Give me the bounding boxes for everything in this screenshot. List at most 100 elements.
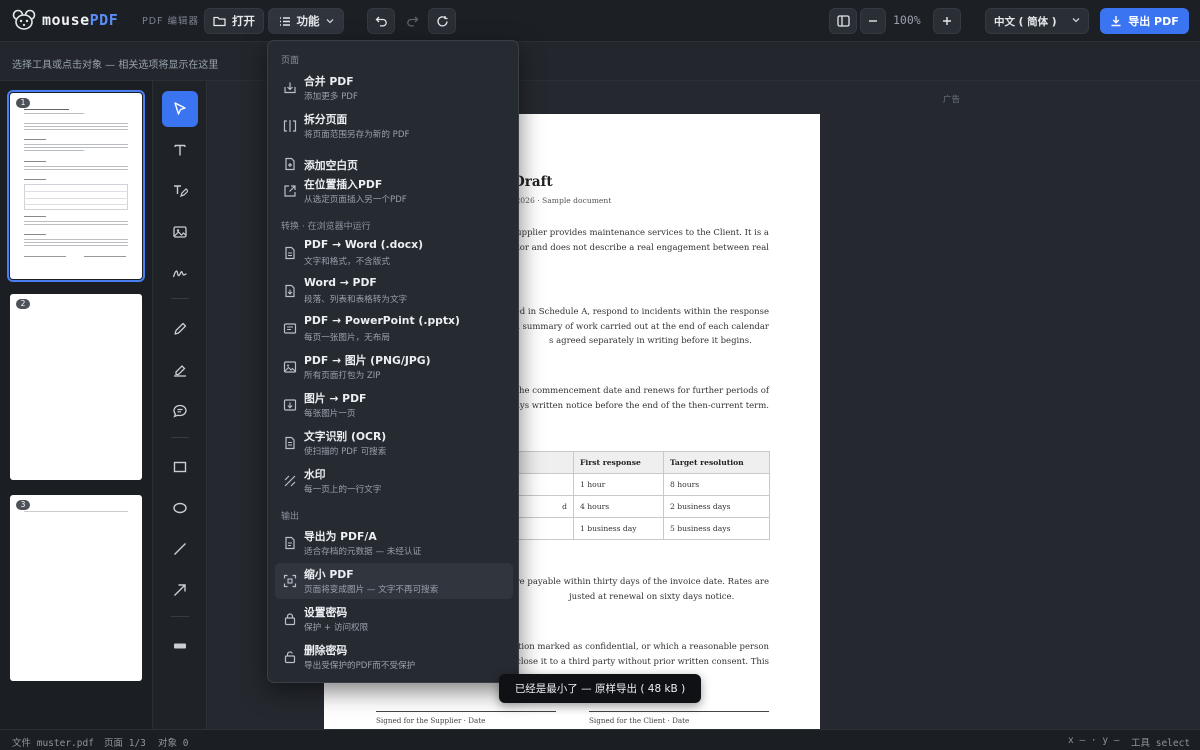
menu-item-remove-password[interactable]: 删除密码 导出受保护的PDF而不受保护 bbox=[275, 639, 513, 675]
page-thumbnail-2[interactable]: 2 bbox=[10, 294, 142, 480]
tools-divider bbox=[171, 437, 189, 438]
slides-icon bbox=[282, 321, 298, 337]
unlock-icon bbox=[282, 649, 298, 665]
rotate-button[interactable] bbox=[428, 8, 456, 34]
redact-icon bbox=[174, 643, 186, 649]
text-edit-icon bbox=[174, 185, 188, 197]
list-icon bbox=[279, 16, 290, 26]
open-button[interactable]: 打开 bbox=[204, 8, 264, 34]
insert-icon bbox=[282, 183, 298, 199]
page-thumbnails-panel: 1 2 3 bbox=[0, 81, 153, 729]
cursor-icon bbox=[174, 102, 186, 115]
compress-icon bbox=[282, 573, 298, 589]
document-icon bbox=[282, 245, 298, 261]
text-icon bbox=[174, 144, 186, 156]
image-icon bbox=[173, 226, 187, 238]
context-options-bar: 选择工具或点击对象 — 相关选项将显示在这里 bbox=[0, 42, 1200, 81]
ad-label: 广告 bbox=[943, 95, 961, 105]
signature-icon bbox=[172, 270, 187, 278]
page-thumbnail-1[interactable]: 1 bbox=[7, 90, 145, 282]
split-icon bbox=[282, 118, 298, 134]
app-subtitle: PDF 编辑器 bbox=[142, 16, 200, 27]
menu-item-set-password[interactable]: 设置密码 保护 + 访问权限 bbox=[275, 601, 513, 637]
table-header-row: First response Target resolution bbox=[484, 451, 770, 474]
comment-icon bbox=[173, 404, 187, 418]
comment-tool-button[interactable] bbox=[162, 393, 198, 429]
export-pdf-button[interactable]: 导出 PDF bbox=[1100, 8, 1189, 34]
signature-line-client bbox=[589, 711, 769, 712]
table-row: 1 business day 5 business days bbox=[484, 517, 770, 540]
features-menu-button[interactable]: 功能 bbox=[268, 8, 344, 34]
tools-divider bbox=[171, 616, 189, 617]
undo-button[interactable] bbox=[367, 8, 395, 34]
pen-icon bbox=[174, 322, 187, 335]
refresh-icon bbox=[436, 15, 448, 26]
sidebar-toggle-button[interactable] bbox=[829, 8, 857, 34]
select-tool-button[interactable] bbox=[162, 91, 198, 127]
image-tool-button[interactable] bbox=[162, 214, 198, 250]
image-icon bbox=[282, 359, 298, 375]
blank-page-icon bbox=[282, 156, 298, 172]
watermark-icon bbox=[282, 473, 298, 489]
menu-section-convert: 转换 · 在浏览器中运行 bbox=[281, 222, 371, 232]
image-import-icon bbox=[282, 397, 298, 413]
menu-item-ocr[interactable]: 文字识别 (OCR) 使扫描的 PDF 可搜索 bbox=[275, 425, 513, 461]
context-hint: 选择工具或点击对象 — 相关选项将显示在这里 bbox=[12, 60, 219, 71]
ellipse-tool-button[interactable] bbox=[162, 490, 198, 526]
zoom-out-button[interactable] bbox=[860, 8, 886, 34]
language-select[interactable]: 中文 ( 简体 ) bbox=[985, 8, 1089, 34]
rectangle-tool-button[interactable] bbox=[162, 449, 198, 485]
chevron-down-icon bbox=[326, 19, 333, 24]
zoom-in-button[interactable] bbox=[933, 8, 961, 34]
line-icon bbox=[174, 543, 186, 555]
ocr-icon bbox=[282, 435, 298, 451]
menu-item-word-to-pdf[interactable]: Word → PDF 段落、列表和表格转为文字 bbox=[275, 273, 513, 309]
menu-item-pdf-to-powerpoint[interactable]: PDF → PowerPoint (.pptx) 每页一张图片，无布局 bbox=[275, 311, 513, 347]
table-row: d 4 hours 2 business days bbox=[484, 495, 770, 518]
menu-item-pdf-to-word[interactable]: PDF → Word (.docx) 文字和格式，不含版式 bbox=[275, 235, 513, 271]
redact-tool-button[interactable] bbox=[162, 628, 198, 664]
toast-notification: 已经是最小了 — 原样导出 ( 48 kB ) bbox=[499, 674, 701, 703]
download-icon bbox=[1111, 16, 1121, 27]
app-logo[interactable]: mousePDF bbox=[12, 9, 118, 31]
folder-icon bbox=[213, 16, 226, 27]
status-file: 文件 muster.pdf bbox=[12, 738, 94, 749]
arrow-tool-button[interactable] bbox=[162, 572, 198, 608]
signature-tool-button[interactable] bbox=[162, 255, 198, 291]
undo-icon bbox=[375, 16, 387, 27]
document-meta: t 2026 · Sample document bbox=[510, 196, 612, 205]
line-tool-button[interactable] bbox=[162, 531, 198, 567]
document-icon bbox=[282, 283, 298, 299]
arrow-icon bbox=[174, 584, 186, 596]
menu-item-pdf-to-image[interactable]: PDF → 图片 (PNG/JPG) 所有页面打包为 ZIP bbox=[275, 349, 513, 385]
menu-item-watermark[interactable]: 水印 每一页上的一行文字 bbox=[275, 463, 513, 499]
menu-item-compress-pdf[interactable]: 缩小 PDF 页面将变成图片 — 文字不再可搜索 bbox=[275, 563, 513, 599]
redo-button[interactable] bbox=[398, 8, 426, 34]
zoom-level: 100% bbox=[893, 13, 921, 27]
minus-icon bbox=[869, 20, 877, 22]
plus-icon bbox=[943, 17, 951, 25]
page-number-badge: 2 bbox=[16, 299, 30, 309]
page-thumbnail-3[interactable]: 3 bbox=[10, 495, 142, 681]
menu-item-insert-pdf[interactable]: 在位置插入PDF 从选定页面插入另一个PDF bbox=[275, 173, 513, 209]
menu-item-image-to-pdf[interactable]: 图片 → PDF 每张图片一页 bbox=[275, 387, 513, 423]
page-number-badge: 1 bbox=[16, 98, 30, 108]
menu-section-pages: 页面 bbox=[281, 56, 300, 66]
pen-tool-button[interactable] bbox=[162, 311, 198, 347]
ellipse-icon bbox=[173, 502, 187, 514]
edit-text-tool-button[interactable] bbox=[162, 173, 198, 209]
highlighter-tool-button[interactable] bbox=[162, 352, 198, 388]
signature-label-client: Signed for the Client · Date bbox=[589, 716, 690, 725]
status-page: 页面 1/3 bbox=[104, 738, 146, 749]
archive-icon bbox=[282, 535, 298, 551]
service-levels-table: First response Target resolution 1 hour … bbox=[484, 451, 770, 540]
menu-item-merge-pdf[interactable]: 合并 PDF 添加更多 PDF bbox=[275, 70, 513, 106]
table-row: 1 hour 8 hours bbox=[484, 473, 770, 496]
app-name: mousePDF bbox=[42, 11, 119, 29]
text-tool-button[interactable] bbox=[162, 132, 198, 168]
rectangle-icon bbox=[173, 461, 187, 473]
menu-item-export-pdfa[interactable]: 导出为 PDF/A 适合存档的元数据 — 未经认证 bbox=[275, 525, 513, 561]
top-toolbar: mousePDF PDF 编辑器 打开 功能 100% 中文 ( 简体 ) 导出… bbox=[0, 0, 1200, 42]
status-coordinates: x – · y – bbox=[1068, 735, 1120, 746]
menu-item-split-pages[interactable]: 拆分页面 将页面范围另存为新的 PDF bbox=[275, 108, 513, 144]
